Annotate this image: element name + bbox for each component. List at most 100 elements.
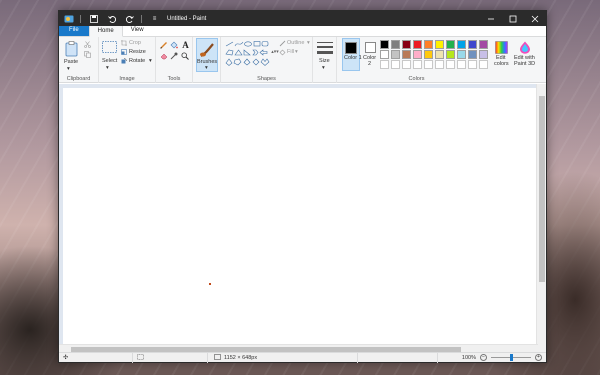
palette-swatch[interactable] (380, 50, 389, 59)
color2-swatch (364, 41, 376, 53)
text-tool-icon[interactable]: A (181, 40, 190, 50)
zoom-slider-thumb[interactable] (510, 354, 513, 361)
outline-icon[interactable] (279, 40, 286, 47)
rotate-icon[interactable] (121, 58, 127, 64)
palette-swatch[interactable] (446, 50, 455, 59)
palette-swatch[interactable] (402, 40, 411, 49)
eraser-icon[interactable] (160, 52, 168, 60)
crop-label[interactable]: Crop (129, 40, 141, 46)
fill-label[interactable]: Fill (287, 49, 294, 55)
rotate-dropdown-icon[interactable]: ▾ (149, 58, 152, 64)
fill-icon[interactable] (170, 41, 178, 49)
scissors-icon[interactable] (83, 40, 91, 48)
paste-button[interactable] (63, 40, 79, 58)
size-icon[interactable] (316, 40, 333, 56)
select-dropdown-icon[interactable]: ▾ (106, 65, 109, 71)
size-dropdown-icon[interactable]: ▾ (322, 65, 325, 71)
palette-swatch[interactable] (479, 50, 488, 59)
rotate-label[interactable]: Rotate (129, 58, 145, 64)
canvas-dot (209, 283, 211, 285)
custom-color-slot[interactable] (424, 60, 433, 69)
save-icon[interactable] (88, 14, 99, 23)
color1-label: Color 1 (344, 55, 362, 61)
tab-view[interactable]: View (123, 25, 152, 36)
ribbon: Paste ▾ Clipboard Select ▾ Crop Resize R… (59, 37, 546, 83)
select-button[interactable] (101, 40, 117, 54)
custom-color-slot[interactable] (413, 60, 422, 69)
customize-toolbar-icon[interactable]: ≡ (149, 14, 160, 23)
color-palette (380, 40, 492, 72)
palette-swatch[interactable] (446, 40, 455, 49)
brushes-dropdown-icon[interactable]: ▾ (205, 65, 208, 71)
selection-icon (137, 353, 144, 362)
paint3d-icon[interactable] (518, 40, 532, 54)
pencil-icon[interactable] (160, 41, 168, 49)
edit-colors-icon[interactable] (494, 40, 508, 54)
vertical-scroll-thumb[interactable] (539, 96, 545, 282)
custom-color-slot[interactable] (435, 60, 444, 69)
vertical-scrollbar[interactable] (536, 84, 546, 354)
shapes-group: ▴▾▾ Outline ▾ Fill ▾ Shapes (221, 37, 313, 83)
magnifier-icon[interactable] (181, 52, 189, 60)
empty-cell (358, 352, 438, 363)
redo-icon[interactable] (124, 14, 135, 23)
copy-icon[interactable] (83, 50, 91, 58)
tab-file[interactable]: File (59, 25, 89, 36)
cursor-position-cell: ✣ (59, 352, 133, 363)
tools-group: A Tools (156, 37, 193, 83)
palette-swatch[interactable] (435, 40, 444, 49)
close-button[interactable] (524, 11, 546, 26)
custom-color-slot[interactable] (457, 60, 466, 69)
outline-dropdown-icon[interactable]: ▾ (307, 40, 310, 46)
maximize-button[interactable] (502, 11, 524, 26)
palette-swatch[interactable] (457, 50, 466, 59)
window-title: Untitled - Paint (167, 15, 207, 22)
palette-swatch[interactable] (391, 40, 400, 49)
color1-swatch (345, 42, 357, 54)
crop-icon[interactable] (121, 40, 127, 46)
paste-label: Paste (64, 59, 79, 65)
palette-swatch[interactable] (424, 50, 433, 59)
color-picker-icon[interactable] (170, 52, 178, 60)
palette-swatch[interactable] (424, 40, 433, 49)
custom-color-slot[interactable] (380, 60, 389, 69)
minimize-button[interactable] (480, 11, 502, 26)
custom-color-slot[interactable] (479, 60, 488, 69)
image-dimensions: 1152 × 648px (224, 354, 258, 361)
palette-swatch[interactable] (479, 40, 488, 49)
palette-swatch[interactable] (468, 50, 477, 59)
palette-swatch[interactable] (413, 40, 422, 49)
custom-color-slot[interactable] (391, 60, 400, 69)
outline-label[interactable]: Outline (287, 40, 304, 46)
palette-swatch[interactable] (457, 40, 466, 49)
fill-bucket-icon[interactable] (279, 49, 286, 56)
zoom-in-button[interactable]: + (535, 354, 542, 361)
paint-app-icon[interactable] (63, 14, 74, 23)
undo-icon[interactable] (106, 14, 117, 23)
palette-swatch[interactable] (435, 50, 444, 59)
image-size-cell: 1152 × 648px (208, 352, 358, 363)
image-size-icon (214, 353, 221, 362)
drawing-canvas[interactable] (63, 88, 539, 346)
resize-label[interactable]: Resize (129, 49, 146, 55)
zoom-slider[interactable] (491, 354, 531, 361)
colors-group-label: Colors (408, 76, 425, 82)
custom-color-slot[interactable] (468, 60, 477, 69)
tab-home[interactable]: Home (88, 25, 123, 37)
edit-paint3d-label-line2: Paint 3D (514, 61, 536, 67)
resize-icon[interactable] (121, 49, 127, 55)
fill-dropdown-icon[interactable]: ▾ (295, 49, 298, 55)
zoom-out-button[interactable]: − (480, 354, 487, 361)
palette-swatch[interactable] (380, 40, 389, 49)
shapes-scroll-arrows[interactable]: ▴▾▾ (271, 41, 279, 63)
palette-swatch[interactable] (402, 50, 411, 59)
shapes-gallery[interactable] (225, 40, 271, 66)
color2-button[interactable] (364, 41, 376, 53)
custom-color-slot[interactable] (446, 60, 455, 69)
custom-color-slot[interactable] (402, 60, 411, 69)
clipboard-group-label: Clipboard (66, 76, 91, 82)
palette-swatch[interactable] (468, 40, 477, 49)
palette-swatch[interactable] (391, 50, 400, 59)
palette-swatch[interactable] (413, 50, 422, 59)
paste-dropdown-icon[interactable]: ▾ (67, 66, 70, 72)
